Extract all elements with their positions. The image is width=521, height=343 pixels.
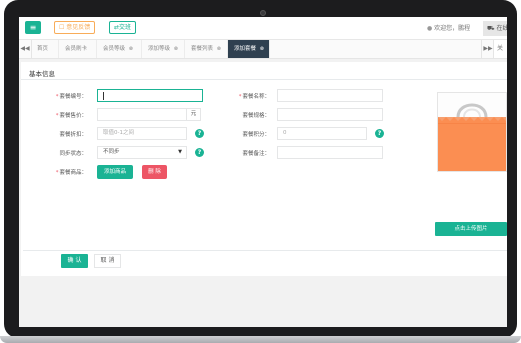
- close-tabs-label: 关: [497, 45, 504, 52]
- add-goods-button[interactable]: 添加商品: [97, 165, 133, 179]
- tab-close-icon[interactable]: ⊗: [129, 46, 133, 52]
- shopping-bag-icon: [438, 93, 506, 171]
- laptop-frame: ≡ ☐ 意见反馈 ⇄交班 ● 欢迎您，鹏程 ⛟ 在线 ◀◀ 首页 会员刷卡 会员…: [4, 0, 517, 338]
- section-title: 基本信息: [29, 70, 55, 78]
- laptop-base: [0, 336, 521, 343]
- sync-help-icon[interactable]: ?: [195, 148, 204, 157]
- tab-bar: ◀◀ 首页 会员刷卡 会员等级 ⊗ 添加等级 ⊗ 套餐列表 ⊗ 添加套餐 ⊗ ▶…: [19, 40, 507, 59]
- feedback-label: ☐ 意见反馈: [59, 24, 91, 31]
- tab-member-level[interactable]: 会员等级 ⊗: [97, 40, 142, 58]
- upload-image-button[interactable]: 点击上传图片: [435, 222, 507, 236]
- remark-label: 套餐备注：: [242, 151, 270, 157]
- sync-label: 同步状态：: [59, 151, 87, 157]
- package-name-input[interactable]: [277, 89, 383, 102]
- tab-label: 会员等级: [103, 46, 126, 52]
- goods-label: *套餐商品：: [55, 170, 87, 176]
- tab-add-level[interactable]: 添加等级 ⊗: [142, 40, 185, 58]
- package-price-input[interactable]: [97, 108, 187, 121]
- online-label: 在线: [496, 25, 507, 32]
- dropdown-arrow-icon: ▼: [178, 149, 182, 155]
- menu-icon: ≡: [29, 23, 37, 32]
- points-help-icon[interactable]: ?: [375, 129, 384, 138]
- tab-label: 套餐列表: [191, 46, 214, 52]
- welcome-text: ● 欢迎您，鹏程: [427, 23, 470, 32]
- sync-value: 不同步: [103, 149, 120, 155]
- points-placeholder: 0: [283, 130, 287, 136]
- spec-label: 套餐规格：: [242, 113, 270, 119]
- tab-member-card[interactable]: 会员刷卡: [59, 40, 97, 58]
- code-label: *套餐编号：: [55, 94, 87, 100]
- top-bar: ≡ ☐ 意见反馈 ⇄交班 ● 欢迎您，鹏程 ⛟ 在线: [19, 17, 507, 40]
- discount-placeholder: 取值0-1之间: [103, 130, 134, 136]
- text-caret: [103, 92, 104, 100]
- user-icon: ●: [427, 25, 433, 32]
- confirm-button[interactable]: 确 认: [61, 254, 88, 268]
- tab-close-icon[interactable]: ⊗: [174, 46, 178, 52]
- tab-label: 添加套餐: [234, 46, 257, 52]
- tab-home[interactable]: 首页: [31, 40, 59, 58]
- tab-close-icon[interactable]: ⊗: [217, 46, 221, 52]
- delete-goods-button[interactable]: 删 除: [142, 165, 167, 179]
- name-label: *套餐名称：: [238, 94, 270, 100]
- package-points-input[interactable]: 0: [277, 127, 367, 140]
- package-code-input[interactable]: [97, 89, 203, 102]
- menu-toggle-button[interactable]: ≡: [25, 21, 41, 34]
- tab-label: 会员刷卡: [65, 46, 88, 52]
- tab-label: 首页: [37, 46, 49, 52]
- cancel-button[interactable]: 取 消: [94, 254, 121, 268]
- tab-label: 添加等级: [148, 46, 171, 52]
- basic-info-panel: 基本信息 *套餐编号： *套餐名称： *套餐售价： 元 套餐规格： 套餐折扣：: [21, 62, 507, 276]
- discount-label: 套餐折扣：: [59, 132, 87, 138]
- price-unit: 元: [187, 108, 201, 121]
- close-tabs-button[interactable]: 关: [493, 40, 507, 58]
- double-chevron-right-icon: ▶▶: [483, 45, 493, 52]
- section-divider: [21, 79, 507, 80]
- camera-dot: [260, 10, 266, 16]
- tab-package-list[interactable]: 套餐列表 ⊗: [185, 40, 228, 58]
- app-screen: ≡ ☐ 意见反馈 ⇄交班 ● 欢迎您，鹏程 ⛟ 在线 ◀◀ 首页 会员刷卡 会员…: [19, 17, 507, 327]
- shift-label: ⇄交班: [114, 24, 132, 31]
- double-chevron-left-icon: ◀◀: [20, 45, 30, 52]
- package-discount-input[interactable]: 取值0-1之间: [97, 127, 187, 140]
- cart-icon: ⛟: [487, 25, 495, 32]
- online-status-button[interactable]: ⛟ 在线: [483, 21, 507, 36]
- package-spec-input[interactable]: [277, 108, 383, 121]
- price-label: *套餐售价：: [55, 113, 87, 119]
- shift-handover-button[interactable]: ⇄交班: [109, 21, 137, 34]
- sync-status-select[interactable]: 不同步 ▼: [97, 146, 187, 159]
- tab-close-icon[interactable]: ⊗: [260, 46, 264, 52]
- feedback-button[interactable]: ☐ 意见反馈: [54, 21, 96, 34]
- welcome-label: 欢迎您，鹏程: [434, 25, 471, 32]
- package-image-box[interactable]: [437, 92, 507, 172]
- points-label: 套餐积分：: [242, 132, 270, 138]
- package-remark-input[interactable]: [277, 146, 383, 159]
- discount-help-icon[interactable]: ?: [195, 129, 204, 138]
- tab-add-package[interactable]: 添加套餐 ⊗: [228, 40, 270, 58]
